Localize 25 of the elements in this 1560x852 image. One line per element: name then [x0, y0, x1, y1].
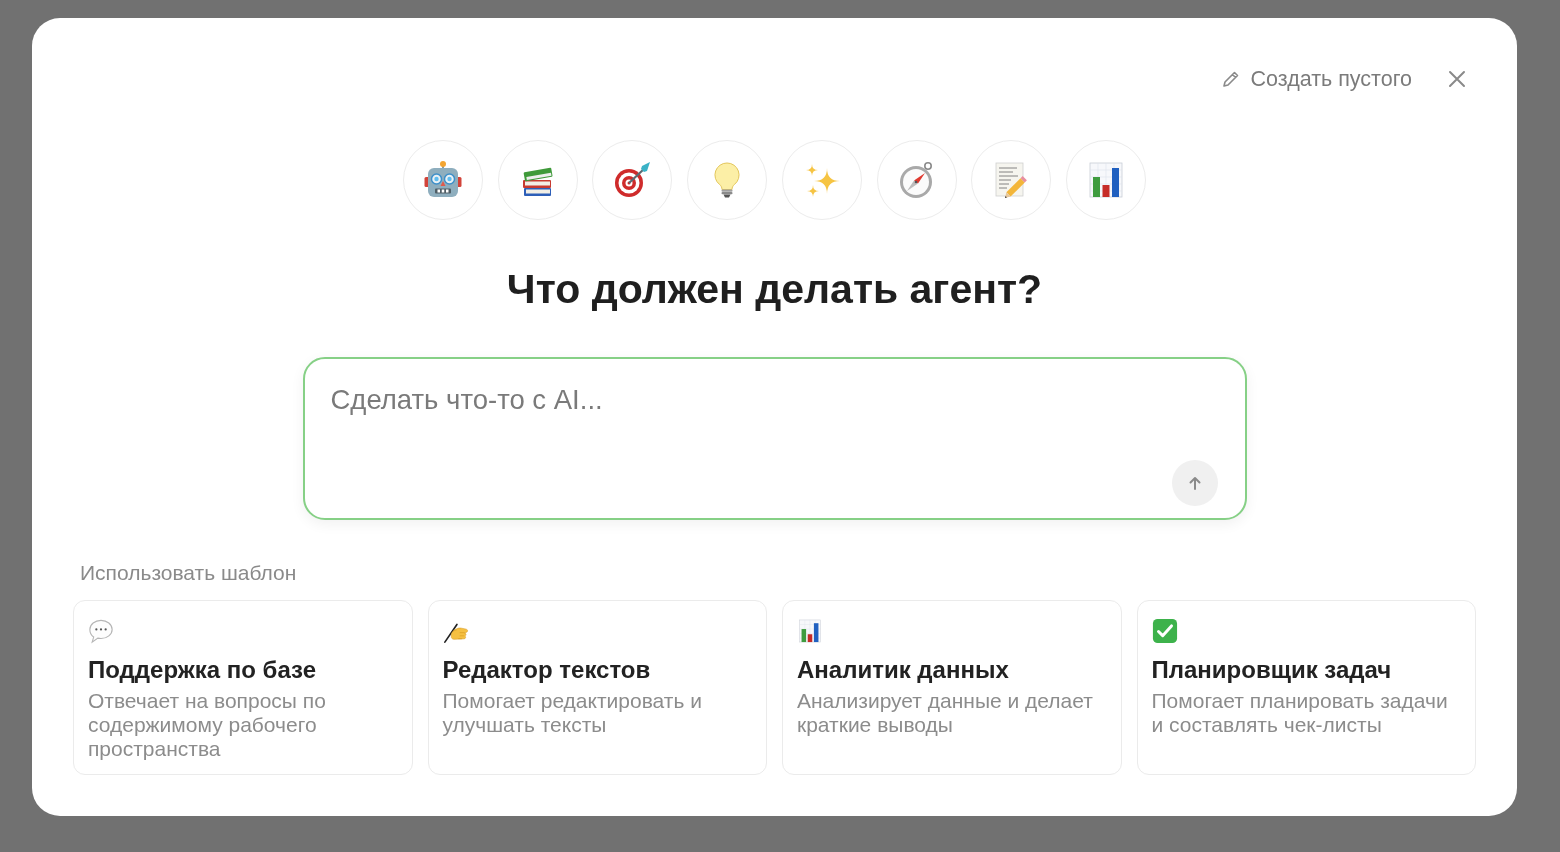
- create-blank-button[interactable]: Создать пустого: [1220, 66, 1412, 92]
- dialog-heading: Что должен делать агент?: [506, 266, 1043, 312]
- pencil-icon: [1220, 69, 1241, 89]
- template-card[interactable]: Аналитик данных Анализирует данные и делает краткие выводы: [782, 600, 1122, 775]
- template-title: Редактор текстов: [442, 656, 651, 684]
- robot-icon: [423, 160, 464, 200]
- template-description: Отвечает на вопросы по содержимому рабочего пространства: [88, 689, 327, 761]
- template-description: Анализирует данные и делает краткие выводы: [797, 689, 1094, 737]
- speech-bubble-icon: [88, 618, 114, 644]
- close-button[interactable]: [1448, 70, 1466, 88]
- check-box-icon: [1151, 618, 1178, 644]
- template-card[interactable]: Планировщик задач Помогает планировать задачи и составлять чек-листы: [1136, 600, 1476, 775]
- dart-target-icon: [612, 160, 653, 200]
- arrow-up-icon: [1186, 475, 1203, 491]
- prompt-field[interactable]: Сделать что-то с AI...: [302, 357, 1247, 520]
- template-title: Планировщик задач: [1151, 656, 1392, 684]
- template-description: Помогает планировать задачи и составлять чек-листы: [1151, 689, 1449, 737]
- template-description: Помогает редактировать и улучшать тексты: [442, 689, 703, 737]
- template-title: Аналитик данных: [797, 656, 1009, 684]
- close-icon: [1448, 70, 1466, 88]
- template-card[interactable]: Редактор текстов Помогает редактировать и улучшать тексты: [427, 600, 767, 775]
- section-label: Использовать шаблон: [79, 561, 297, 585]
- bar-chart-icon: [797, 618, 823, 644]
- template-title: Поддержка по базе: [88, 656, 317, 684]
- template-card[interactable]: Поддержка по базе Отвечает на вопросы по содержимому рабочего пространства: [73, 600, 413, 775]
